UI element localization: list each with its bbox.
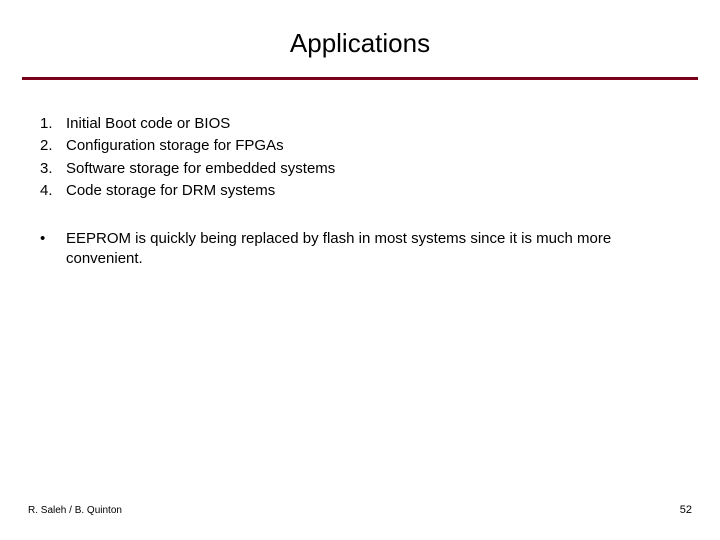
list-item-text: Initial Boot code or BIOS (66, 114, 680, 134)
slide: Applications 1. Initial Boot code or BIO… (0, 0, 720, 540)
list-number: 2. (40, 136, 66, 156)
slide-title: Applications (0, 0, 720, 77)
list-number: 1. (40, 114, 66, 134)
list-number: 3. (40, 159, 66, 179)
bullet-list: • EEPROM is quickly being replaced by fl… (40, 229, 680, 270)
footer-page-number: 52 (680, 504, 692, 516)
list-item-text: Code storage for DRM systems (66, 181, 680, 201)
bullet-text: EEPROM is quickly being replaced by flas… (66, 229, 680, 270)
slide-body: 1. Initial Boot code or BIOS 2. Configur… (0, 80, 720, 270)
bullet-mark: • (40, 229, 66, 270)
slide-footer: R. Saleh / B. Quinton 52 (0, 504, 720, 516)
list-item-text: Software storage for embedded systems (66, 159, 680, 179)
list-number: 4. (40, 181, 66, 201)
list-item-text: Configuration storage for FPGAs (66, 136, 680, 156)
numbered-list: 1. Initial Boot code or BIOS 2. Configur… (40, 114, 680, 201)
footer-authors: R. Saleh / B. Quinton (28, 505, 122, 516)
